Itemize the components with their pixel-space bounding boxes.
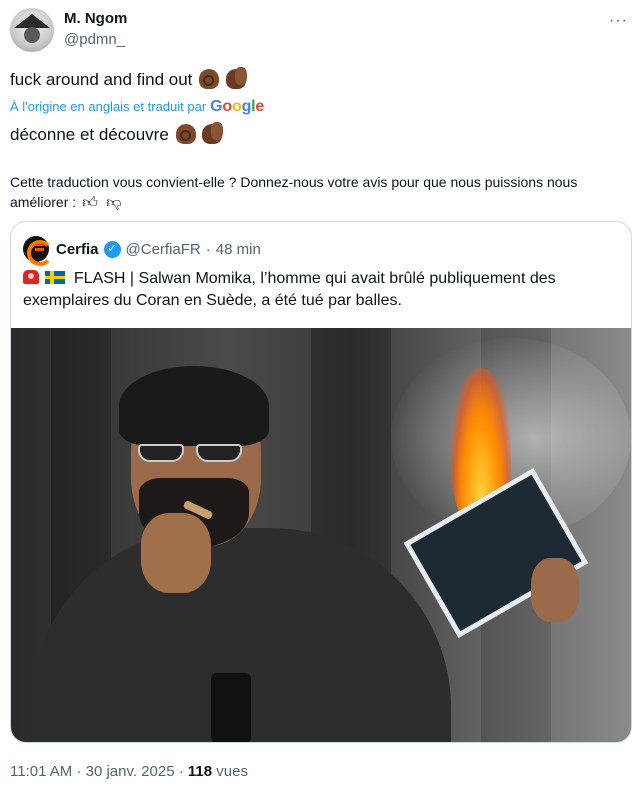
separator-dot: · — [76, 763, 82, 780]
clapping-hands-icon — [225, 67, 247, 89]
hat-shape — [14, 14, 50, 28]
separator-dot: · — [178, 763, 184, 780]
sunglasses-shape — [136, 444, 246, 464]
more-horizontal-icon[interactable]: ··· — [609, 12, 628, 30]
thumbs-down-icon[interactable]: 👎︎ — [104, 193, 124, 213]
clapping-hands-icon — [202, 122, 224, 144]
police-siren-icon — [23, 270, 39, 284]
translation-source-link[interactable]: À l'origine en anglais et traduit par Go… — [10, 98, 264, 116]
ok-hand-icon — [175, 124, 196, 144]
verified-badge-icon: ✓ — [103, 240, 121, 258]
quoted-tweet[interactable]: Cerfia ✓ @CerfiaFR · 48 min FLASH | Salw… — [10, 221, 632, 743]
translated-text: déconne et découvre — [10, 122, 224, 145]
quoted-tweet-header: Cerfia ✓ @CerfiaFR · 48 min — [23, 236, 261, 266]
quoted-author-name: Cerfia — [56, 240, 99, 258]
avatar[interactable] — [10, 8, 54, 52]
quoted-time: 48 min — [215, 240, 261, 258]
thumbs-up-icon[interactable]: 👍︎ — [80, 193, 100, 213]
google-logo: Google — [210, 98, 265, 115]
hand-shape — [141, 513, 211, 593]
hair-shape — [119, 366, 269, 446]
face-shape — [24, 27, 40, 43]
tweet-header: M. Ngom @pdmn_ ··· — [10, 8, 632, 54]
tweet-text-content: fuck around and find out — [10, 70, 193, 89]
cerfia-logo-icon — [23, 236, 53, 266]
phone-shape — [211, 673, 251, 742]
translated-text-content: déconne et découvre — [10, 125, 169, 144]
author-handle[interactable]: @pdmn_ — [64, 31, 125, 48]
quoted-tweet-text: FLASH | Salwan Momika, l’homme qui avait… — [23, 268, 621, 312]
views-label: vues — [216, 763, 248, 780]
sweden-flag-icon — [45, 271, 66, 284]
post-date[interactable]: 30 janv. 2025 — [86, 763, 175, 780]
tweet-text: fuck around and find out — [10, 67, 247, 90]
tweet-meta: 11:01 AM · 30 janv. 2025 · 118 vues — [10, 763, 248, 780]
hand-holding-book-shape — [531, 558, 579, 622]
quoted-author-handle: @CerfiaFR — [125, 240, 201, 258]
translation-feedback: Cette traduction vous convient-elle ? Do… — [10, 172, 630, 213]
separator-dot: · — [205, 240, 211, 258]
translated-label: À l'origine en anglais et traduit par — [10, 99, 207, 114]
post-time[interactable]: 11:01 AM — [10, 763, 72, 780]
views-count: 118 — [187, 763, 213, 780]
quoted-text-content: FLASH | Salwan Momika, l’homme qui avait… — [23, 270, 556, 309]
author-name[interactable]: M. Ngom — [64, 10, 127, 27]
quoted-tweet-photo[interactable] — [11, 328, 631, 742]
ok-hand-icon — [199, 69, 220, 89]
